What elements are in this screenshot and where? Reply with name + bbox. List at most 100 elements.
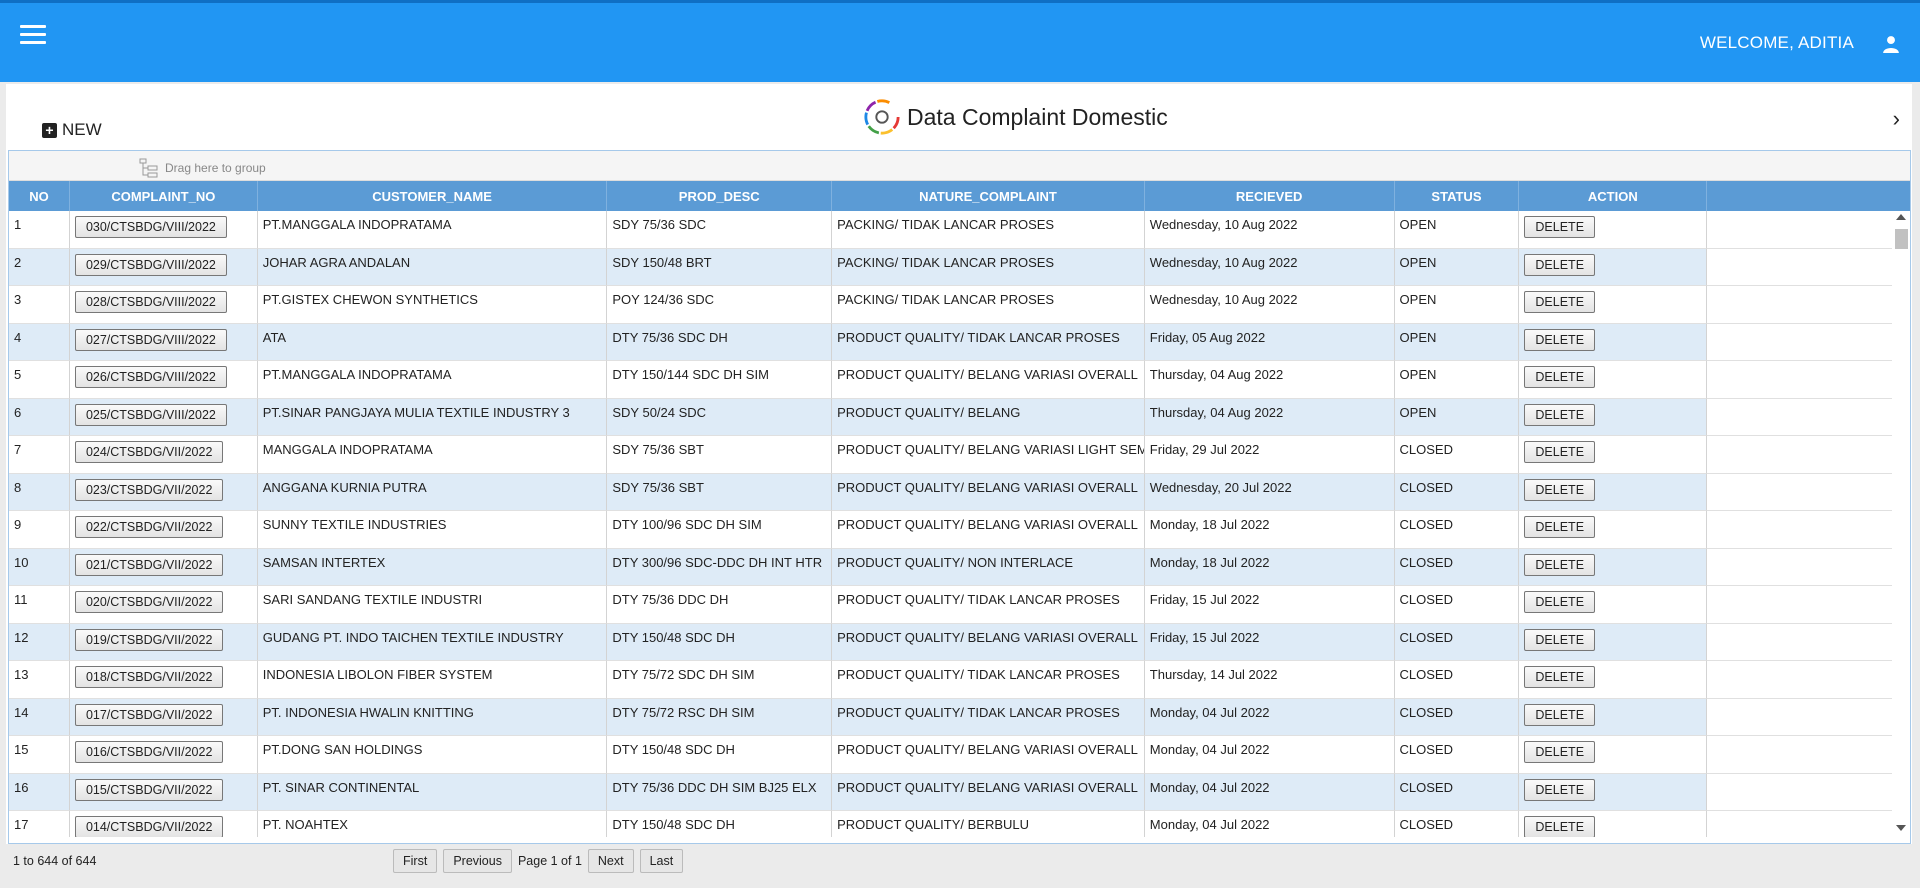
complaint-no-button[interactable]: 014/CTSBDG/VII/2022 [74, 816, 224, 837]
delete-button[interactable]: DELETE [1524, 816, 1596, 837]
complaint-no-button[interactable]: 015/CTSBDG/VII/2022 [74, 778, 224, 801]
column-header-recieved[interactable]: RECIEVED [1145, 181, 1395, 211]
column-header-complaint-no[interactable]: COMPLAINT_NO [70, 181, 258, 211]
cell-nature-complaint: PRODUCT QUALITY/ TIDAK LANCAR PROSES [832, 661, 1145, 699]
cell-prod-desc: SDY 75/36 SBT [607, 473, 833, 511]
cell-complaint-no: 029/CTSBDG/VIII/2022 [69, 248, 258, 286]
complaint-no-button[interactable]: 017/CTSBDG/VII/2022 [74, 703, 224, 726]
complaint-no-button[interactable]: 018/CTSBDG/VII/2022 [74, 666, 224, 688]
complaint-no-button[interactable]: 027/CTSBDG/VIII/2022 [74, 328, 227, 351]
delete-button[interactable]: DELETE [1524, 216, 1596, 238]
cell-prod-desc: DTY 150/48 SDC DH [607, 811, 833, 837]
first-page-button[interactable]: First [393, 849, 438, 873]
complaint-no-button[interactable]: 028/CTSBDG/VIII/2022 [74, 291, 227, 313]
cell-nature-complaint: PRODUCT QUALITY/ BELANG VARIASI OVERALL [832, 736, 1145, 774]
vertical-scrollbar[interactable] [1892, 211, 1910, 837]
complaint-no-button[interactable]: 029/CTSBDG/VIII/2022 [74, 253, 227, 276]
delete-button[interactable]: DELETE [1524, 778, 1596, 801]
complaint-no-button[interactable]: 021/CTSBDG/VII/2022 [74, 553, 224, 576]
next-page-button[interactable]: Next [587, 849, 634, 873]
table-row[interactable]: 17 014/CTSBDG/VII/2022 PT. NOAHTEX DTY 150/… [9, 811, 1910, 837]
cell-action: DELETE [1519, 811, 1708, 837]
previous-page-button[interactable]: Previous [443, 849, 512, 873]
delete-button[interactable]: DELETE [1524, 741, 1596, 763]
cell-prod-desc: DTY 75/36 DDC DH SIM BJ25 ELX [607, 773, 833, 811]
column-header-no[interactable]: NO [9, 181, 70, 211]
table-row[interactable]: 16 015/CTSBDG/VII/2022 PT. SINAR CONTINENT… [9, 773, 1910, 811]
table-row[interactable]: 11 020/CTSBDG/VII/2022 SARI SANDANG TEXTIL… [9, 586, 1910, 624]
cell-action: DELETE [1519, 248, 1708, 286]
complaint-no-button[interactable]: 020/CTSBDG/VII/2022 [74, 591, 224, 613]
cell-recieved: Friday, 15 Jul 2022 [1144, 586, 1395, 624]
delete-button[interactable]: DELETE [1524, 516, 1596, 538]
table-row[interactable]: 13 018/CTSBDG/VII/2022 INDONESIA LIBOLON F… [9, 661, 1910, 699]
cell-recieved: Monday, 18 Jul 2022 [1144, 511, 1395, 549]
scroll-down-icon[interactable] [1896, 825, 1906, 831]
scroll-up-icon[interactable] [1896, 214, 1906, 220]
table-row[interactable]: 9 022/CTSBDG/VII/2022 SUNNY TEXTILE INDUST… [9, 511, 1910, 549]
column-header-customer-name[interactable]: CUSTOMER_NAME [258, 181, 608, 211]
table-row[interactable]: 4 027/CTSBDG/VIII/2022 ATA DTY 75/36 SDC DH… [9, 323, 1910, 361]
delete-button[interactable]: DELETE [1524, 666, 1596, 688]
delete-button[interactable]: DELETE [1524, 403, 1596, 426]
table-row[interactable]: 3 028/CTSBDG/VIII/2022 PT.GISTEX CHEWON SY… [9, 286, 1910, 324]
cell-recieved: Friday, 05 Aug 2022 [1144, 323, 1395, 361]
group-panel[interactable]: Drag here to group [9, 151, 1910, 181]
complaint-no-button[interactable]: 023/CTSBDG/VII/2022 [74, 478, 224, 501]
cell-complaint-no: 014/CTSBDG/VII/2022 [70, 811, 258, 837]
complaint-no-button[interactable]: 019/CTSBDG/VII/2022 [74, 628, 224, 651]
column-header-nature-complaint[interactable]: NATURE_COMPLAINT [832, 181, 1145, 211]
table-row[interactable]: 12 019/CTSBDG/VII/2022 GUDANG PT. INDO TAI… [9, 623, 1910, 661]
delete-button[interactable]: DELETE [1524, 628, 1596, 651]
complaint-no-button[interactable]: 026/CTSBDG/VIII/2022 [74, 366, 227, 388]
delete-button[interactable]: DELETE [1524, 478, 1596, 501]
cell-prod-desc: POY 124/36 SDC [607, 286, 833, 324]
cell-action: DELETE [1519, 398, 1708, 436]
last-page-button[interactable]: Last [639, 849, 684, 873]
new-button[interactable]: + NEW [42, 120, 102, 140]
table-row[interactable]: 7 024/CTSBDG/VII/2022 MANGGALA INDOPRATAMA… [9, 436, 1910, 474]
table-row[interactable]: 2 029/CTSBDG/VIII/2022 JOHAR AGRA ANDALAN S… [9, 248, 1910, 286]
table-row[interactable]: 5 026/CTSBDG/VIII/2022 PT.MANGGALA INDOPRA… [9, 361, 1910, 399]
table-row[interactable]: 8 023/CTSBDG/VII/2022 ANGGANA KURNIA PUTRA… [9, 473, 1910, 511]
cell-filler [1707, 248, 1910, 286]
cell-complaint-no: 016/CTSBDG/VII/2022 [69, 736, 258, 774]
delete-button[interactable]: DELETE [1524, 328, 1596, 351]
column-header-action[interactable]: ACTION [1519, 181, 1708, 211]
table-row[interactable]: 10 021/CTSBDG/VII/2022 SAMSAN INTERTEX DTY … [9, 548, 1910, 586]
hamburger-menu-icon[interactable] [20, 25, 46, 45]
complaint-no-button[interactable]: 016/CTSBDG/VII/2022 [74, 741, 224, 763]
table-row[interactable]: 6 025/CTSBDG/VIII/2022 PT.SINAR PANGJAYA M… [9, 398, 1910, 436]
column-header-prod-desc[interactable]: PROD_DESC [607, 181, 833, 211]
column-header-status[interactable]: STATUS [1395, 181, 1520, 211]
scrollbar-thumb[interactable] [1895, 229, 1908, 249]
delete-button[interactable]: DELETE [1524, 291, 1596, 313]
chevron-right-icon[interactable]: › [1893, 106, 1900, 132]
cell-complaint-no: 019/CTSBDG/VII/2022 [69, 623, 258, 661]
cell-nature-complaint: PRODUCT QUALITY/ NON INTERLACE [832, 548, 1145, 586]
delete-button[interactable]: DELETE [1524, 441, 1596, 463]
complaint-no-button[interactable]: 030/CTSBDG/VIII/2022 [74, 216, 227, 238]
delete-button[interactable]: DELETE [1524, 591, 1596, 613]
delete-button[interactable]: DELETE [1524, 553, 1596, 576]
cell-status: CLOSED [1394, 436, 1520, 474]
complaint-no-button[interactable]: 024/CTSBDG/VII/2022 [74, 441, 224, 463]
user-icon[interactable] [1882, 35, 1900, 53]
table-row[interactable]: 1 030/CTSBDG/VIII/2022 PT.MANGGALA INDOPRA… [9, 211, 1910, 249]
table-row[interactable]: 15 016/CTSBDG/VII/2022 PT.DONG SAN HOLDING… [9, 736, 1910, 774]
cell-prod-desc: SDY 75/36 SDC [607, 211, 833, 249]
cell-customer-name: SUNNY TEXTILE INDUSTRIES [257, 511, 608, 549]
cell-nature-complaint: PRODUCT QUALITY/ BERBULU [832, 811, 1145, 837]
cell-filler [1707, 398, 1910, 436]
complaint-no-button[interactable]: 022/CTSBDG/VII/2022 [74, 516, 224, 538]
cell-action: DELETE [1519, 661, 1708, 699]
delete-button[interactable]: DELETE [1524, 703, 1596, 726]
complaint-no-button[interactable]: 025/CTSBDG/VIII/2022 [74, 403, 227, 426]
delete-button[interactable]: DELETE [1524, 253, 1596, 276]
cell-recieved: Thursday, 04 Aug 2022 [1144, 361, 1395, 399]
cell-customer-name: PT. INDONESIA HWALIN KNITTING [257, 698, 608, 736]
table-row[interactable]: 14 017/CTSBDG/VII/2022 PT. INDONESIA HWALI… [9, 698, 1910, 736]
cell-prod-desc: SDY 50/24 SDC [607, 398, 833, 436]
cell-recieved: Thursday, 04 Aug 2022 [1144, 398, 1395, 436]
delete-button[interactable]: DELETE [1524, 366, 1596, 388]
